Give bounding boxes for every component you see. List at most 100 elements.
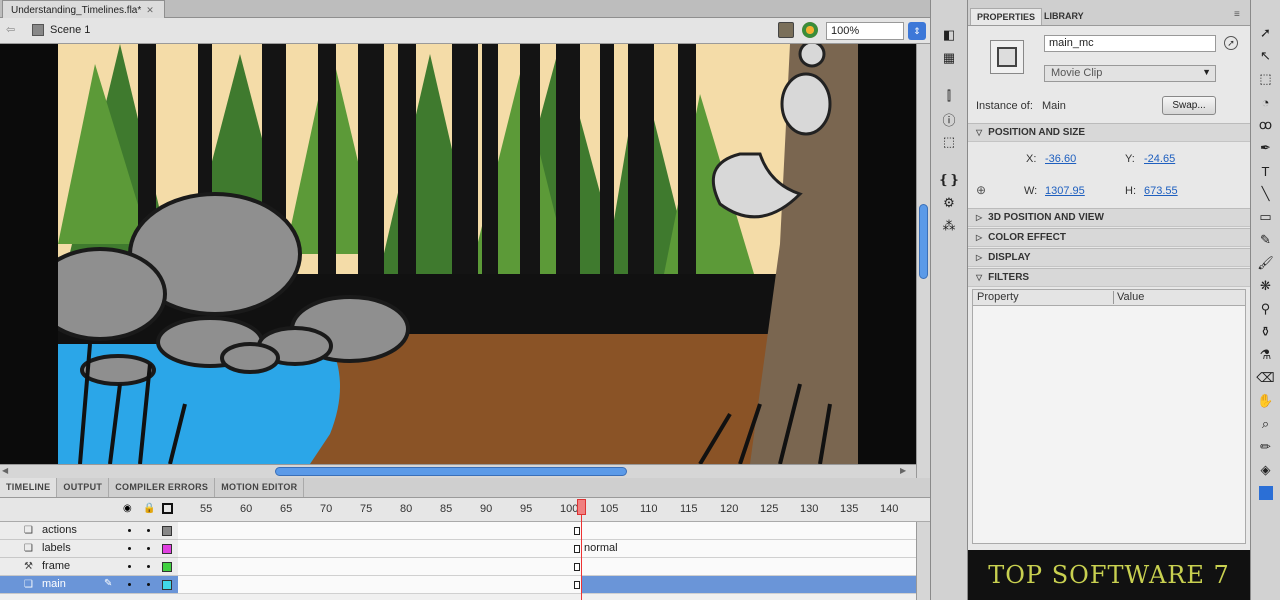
lock-dot[interactable] bbox=[147, 565, 150, 568]
section-display[interactable]: ▷ DISPLAY bbox=[968, 248, 1250, 267]
swatches-panel-icon[interactable]: ▦ bbox=[938, 48, 960, 68]
line-tool-icon[interactable]: ╲ bbox=[1255, 184, 1277, 204]
x-value[interactable]: -36.60 bbox=[1045, 153, 1076, 165]
lasso-tool-icon[interactable]: ꝏ bbox=[1255, 115, 1277, 135]
scene-label[interactable]: Scene 1 bbox=[50, 24, 90, 36]
lock-dot[interactable] bbox=[147, 547, 150, 550]
stage-vertical-scrollbar[interactable] bbox=[916, 44, 930, 478]
keyframe[interactable] bbox=[574, 545, 580, 553]
paint-bucket-icon[interactable]: ⚱ bbox=[1255, 322, 1277, 342]
code-snippets-icon[interactable]: ❴❵ bbox=[938, 170, 960, 190]
tab-compiler-errors[interactable]: COMPILER ERRORS bbox=[109, 478, 216, 497]
layer-color-swatch[interactable] bbox=[162, 526, 172, 536]
layer-color-swatch[interactable] bbox=[162, 562, 172, 572]
layer-name[interactable]: main bbox=[42, 578, 66, 590]
document-tab[interactable]: Understanding_Timelines.fla* ✕ bbox=[2, 0, 165, 18]
tab-timeline[interactable]: TIMELINE bbox=[0, 478, 58, 497]
transform-panel-icon[interactable]: ⬚ bbox=[938, 132, 960, 152]
stage-horizontal-scrollbar[interactable]: ◀ ▶ bbox=[0, 464, 916, 478]
section-color-effect[interactable]: ▷ COLOR EFFECT bbox=[968, 228, 1250, 247]
layer-color-swatch[interactable] bbox=[162, 544, 172, 554]
section-3d-position[interactable]: ▷ 3D POSITION AND VIEW bbox=[968, 208, 1250, 227]
scroll-left-arrow-icon[interactable]: ◀ bbox=[2, 466, 8, 475]
tab-output[interactable]: OUTPUT bbox=[57, 478, 110, 497]
section-position-size[interactable]: ▽ POSITION AND SIZE bbox=[968, 123, 1250, 142]
visibility-dot[interactable] bbox=[128, 529, 131, 532]
instance-name-input[interactable]: main_mc bbox=[1044, 35, 1216, 52]
visibility-dot[interactable] bbox=[128, 583, 131, 586]
keyframe[interactable] bbox=[574, 527, 580, 535]
tab-motion-editor[interactable]: MOTION EDITOR bbox=[215, 478, 305, 497]
layer-name[interactable]: labels bbox=[42, 542, 71, 554]
panel-menu-icon[interactable]: ≡ bbox=[1234, 9, 1240, 20]
pencil-tool-icon[interactable]: ✎ bbox=[1255, 230, 1277, 250]
layer-row-main[interactable]: ❏ main ✎ bbox=[0, 576, 178, 594]
scroll-right-arrow-icon[interactable]: ▶ bbox=[900, 466, 906, 475]
bone-tool-icon[interactable]: ⚲ bbox=[1255, 299, 1277, 319]
stage[interactable] bbox=[0, 44, 916, 464]
frames-row-main[interactable] bbox=[178, 576, 916, 594]
keyframe[interactable] bbox=[574, 563, 580, 571]
tab-library[interactable]: LIBRARY bbox=[1038, 8, 1090, 24]
constrain-link-icon[interactable]: ⊕ bbox=[976, 183, 986, 197]
components-icon[interactable]: ⚙ bbox=[938, 193, 960, 213]
subselection-tool-icon[interactable]: ↖ bbox=[1255, 46, 1277, 66]
help-icon[interactable]: ➚ bbox=[1224, 36, 1238, 50]
expanded-triangle-icon: ▽ bbox=[976, 128, 983, 137]
frames-row-labels[interactable]: normal bbox=[178, 540, 916, 558]
pen-tool-icon[interactable]: ✒ bbox=[1255, 138, 1277, 158]
edit-symbol-icon[interactable] bbox=[802, 22, 818, 38]
text-tool-icon[interactable]: T bbox=[1255, 161, 1277, 181]
brush-tool-icon[interactable]: 🖌 bbox=[1255, 253, 1277, 273]
eyedropper-icon[interactable]: ⚗ bbox=[1255, 345, 1277, 365]
keyframe[interactable] bbox=[574, 581, 580, 589]
lock-dot[interactable] bbox=[147, 529, 150, 532]
layer-name[interactable]: frame bbox=[42, 560, 70, 572]
deco-tool-icon[interactable]: ❋ bbox=[1255, 276, 1277, 296]
fill-swatch-icon[interactable] bbox=[1255, 483, 1277, 503]
layer-row-actions[interactable]: ❏ actions bbox=[0, 522, 178, 540]
rectangle-tool-icon[interactable]: ▭ bbox=[1255, 207, 1277, 227]
tab-properties[interactable]: PROPERTIES bbox=[970, 8, 1043, 25]
layer-name[interactable]: actions bbox=[42, 524, 77, 536]
symbol-type-select[interactable]: Movie Clip ▼ bbox=[1044, 65, 1216, 82]
layer-color-swatch[interactable] bbox=[162, 580, 172, 590]
zoom-dropdown-icon[interactable]: ⇕ bbox=[908, 22, 926, 40]
playhead[interactable] bbox=[577, 499, 586, 515]
frame-ruler[interactable]: 55 60 65 70 75 80 85 90 95 100 105 110 115 120 125 130 1… bbox=[178, 498, 916, 522]
horizontal-scroll-thumb[interactable] bbox=[275, 467, 627, 476]
free-transform-icon[interactable]: ⬚ bbox=[1255, 69, 1277, 89]
h-value[interactable]: 673.55 bbox=[1144, 185, 1178, 197]
outline-icon[interactable] bbox=[162, 503, 173, 514]
section-filters[interactable]: ▽ FILTERS bbox=[968, 268, 1250, 287]
frames-row-frame[interactable] bbox=[178, 558, 916, 576]
lock-icon[interactable]: 🔒 bbox=[143, 503, 155, 514]
info-panel-icon[interactable]: ⓘ bbox=[938, 109, 960, 129]
stroke-color-icon[interactable]: ✏ bbox=[1255, 437, 1277, 457]
frames-row-actions[interactable] bbox=[178, 522, 916, 540]
zoom-field[interactable]: 100% bbox=[826, 22, 904, 40]
hand-tool-icon[interactable]: ✋ bbox=[1255, 391, 1277, 411]
y-value[interactable]: -24.65 bbox=[1144, 153, 1175, 165]
timeline-right-scroll[interactable] bbox=[916, 522, 930, 600]
fill-color-icon[interactable]: ◈ bbox=[1255, 460, 1277, 480]
visibility-dot[interactable] bbox=[128, 547, 131, 550]
layer-row-frame[interactable]: ⚒ frame bbox=[0, 558, 178, 576]
align-panel-icon[interactable]: ⫿ bbox=[938, 86, 960, 106]
3d-rotation-icon[interactable]: ◔ bbox=[1255, 92, 1277, 112]
lock-dot[interactable] bbox=[147, 583, 150, 586]
visibility-dot[interactable] bbox=[128, 565, 131, 568]
layer-row-labels[interactable]: ❏ labels bbox=[0, 540, 178, 558]
motion-presets-icon[interactable]: ⁂ bbox=[938, 216, 960, 236]
swap-button[interactable]: Swap... bbox=[1162, 96, 1216, 115]
edit-scene-icon[interactable] bbox=[778, 22, 794, 38]
eraser-tool-icon[interactable]: ⌫ bbox=[1255, 368, 1277, 388]
back-arrow-icon[interactable]: ⇦ bbox=[6, 23, 15, 36]
zoom-tool-icon[interactable]: ⌕ bbox=[1255, 414, 1277, 434]
close-tab-icon[interactable]: ✕ bbox=[146, 5, 154, 16]
color-panel-icon[interactable]: ◧ bbox=[938, 25, 960, 45]
w-value[interactable]: 1307.95 bbox=[1045, 185, 1085, 197]
selection-tool-icon[interactable]: ➚ bbox=[1255, 23, 1277, 43]
eye-icon[interactable]: ◉ bbox=[123, 503, 132, 514]
vertical-scroll-thumb[interactable] bbox=[919, 204, 928, 279]
